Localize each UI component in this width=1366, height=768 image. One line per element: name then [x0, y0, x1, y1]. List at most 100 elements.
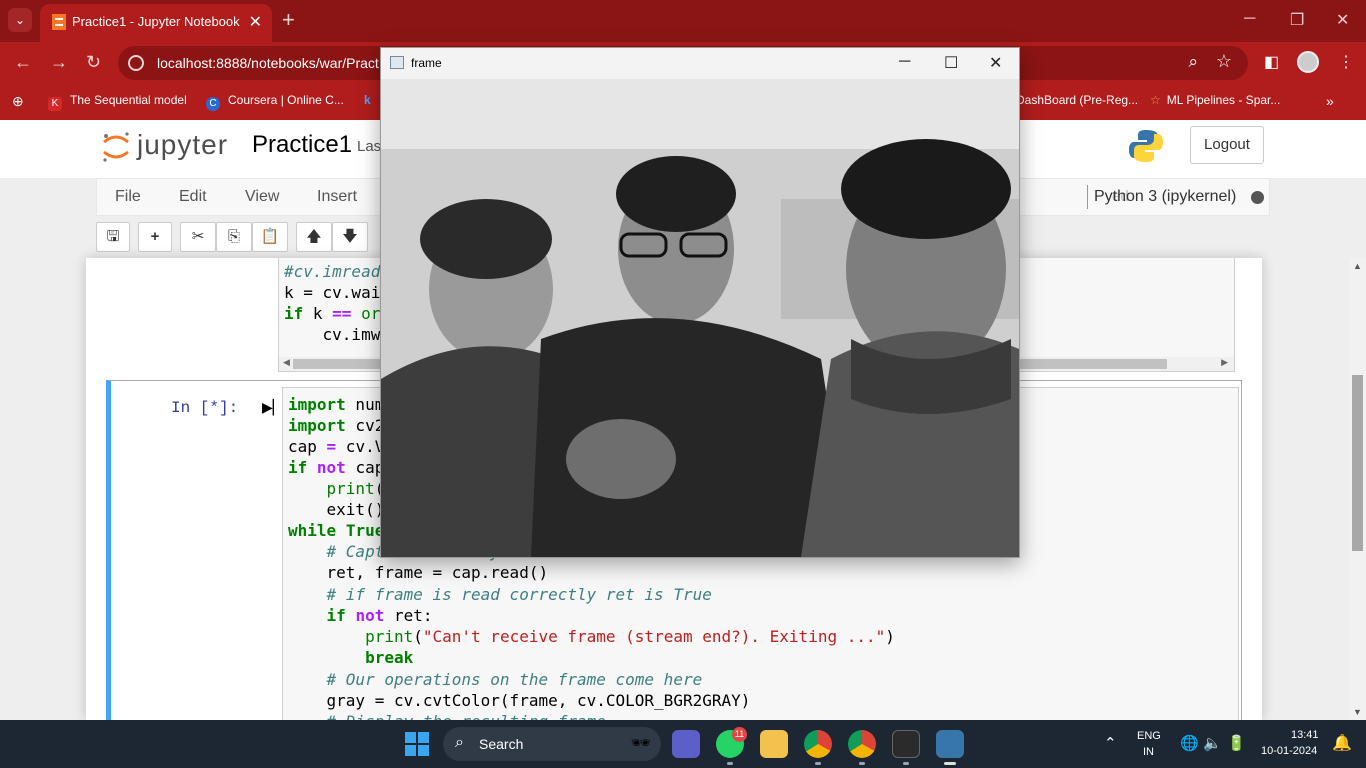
volume-icon[interactable]: 🔈: [1203, 734, 1222, 752]
code-line: if not ret:: [326, 606, 433, 625]
profile-avatar[interactable]: [1297, 51, 1319, 73]
cut-icon[interactable]: ✂: [180, 222, 216, 252]
search-placeholder: Search: [479, 736, 524, 752]
code-line: print(: [326, 479, 385, 498]
jupyter-favicon-icon: [52, 14, 66, 30]
code-line: exit(): [288, 500, 385, 519]
run-cell-icon[interactable]: ▶▏: [262, 399, 284, 416]
frame-window-titlebar[interactable]: frame ─ ☐ ✕: [381, 48, 1019, 79]
language-region[interactable]: IN: [1143, 746, 1154, 758]
frame-close-icon[interactable]: ✕: [989, 53, 1002, 73]
code-line: gray = cv.cvtColor(frame, cv.COLOR_BGR2G…: [288, 691, 751, 710]
bookmark-dashboard[interactable]: DashBoard (Pre-Reg...: [1016, 93, 1138, 107]
battery-icon[interactable]: 🔋: [1227, 734, 1246, 752]
move-down-icon[interactable]: 🡇: [332, 222, 368, 252]
restore-icon[interactable]: ❐: [1290, 10, 1304, 30]
bookmark-ml-pipelines[interactable]: ☆ ML Pipelines - Spar...: [1150, 93, 1280, 107]
teams-meet-icon[interactable]: [672, 730, 700, 758]
side-panel-icon[interactable]: ◧: [1264, 52, 1279, 72]
app-running-indicator: [815, 762, 821, 765]
code-line: break: [365, 648, 414, 667]
tab-close-icon[interactable]: ✕: [249, 12, 262, 32]
network-icon[interactable]: 🌐: [1180, 734, 1199, 752]
more-bookmarks-icon[interactable]: »: [1326, 93, 1334, 109]
bookmark-kaggle-icon[interactable]: k: [364, 93, 371, 107]
code-line: import num: [288, 395, 385, 414]
code-line: while True: [288, 521, 385, 540]
browser-menu-icon[interactable]: ⋮: [1338, 52, 1354, 72]
notebook-name[interactable]: Practice1: [252, 131, 352, 159]
bookmark-sequential-model[interactable]: K The Sequential model: [48, 93, 187, 111]
menu-file[interactable]: File: [115, 188, 141, 206]
apps-icon[interactable]: ⊕: [12, 93, 24, 110]
chrome-icon[interactable]: [804, 730, 832, 758]
scroll-left-icon[interactable]: ◀: [283, 357, 290, 368]
notification-bell-icon[interactable]: 🔔: [1332, 733, 1352, 753]
scrollbar-thumb[interactable]: [1352, 375, 1363, 551]
frame-maximize-icon[interactable]: ☐: [944, 53, 958, 73]
keras-icon: K: [48, 97, 62, 111]
menu-edit[interactable]: Edit: [179, 188, 207, 206]
show-hidden-icons-icon[interactable]: ⌃: [1104, 734, 1117, 752]
page-scrollbar[interactable]: ▲ ▼: [1349, 258, 1366, 720]
address-text[interactable]: localhost:8888/notebooks/war/Pract: [157, 55, 379, 71]
bookmark-coursera[interactable]: C Coursera | Online C...: [206, 93, 344, 111]
scroll-up-icon[interactable]: ▲: [1353, 261, 1362, 271]
webcam-image-icon: [381, 79, 1019, 557]
clock-time[interactable]: 13:41: [1291, 729, 1319, 741]
minimize-icon[interactable]: ─: [1244, 10, 1255, 28]
code-line: #cv.imread: [284, 262, 381, 281]
kernel-busy-icon: [1251, 191, 1264, 204]
app-running-indicator: [859, 762, 865, 765]
new-tab-icon[interactable]: +: [282, 8, 295, 32]
clock-date[interactable]: 10-01-2024: [1261, 745, 1317, 757]
zoom-icon[interactable]: ⌕: [1188, 52, 1198, 72]
jupyter-logo-text: jupyter: [137, 129, 229, 160]
kernel-name[interactable]: Python 3 (ipykernel): [1094, 188, 1236, 206]
search-highlight-icon: 🕶: [630, 735, 651, 752]
code-line: # Display the resulting frame: [288, 712, 606, 720]
back-icon[interactable]: ←: [14, 52, 32, 73]
add-cell-icon[interactable]: +: [138, 222, 172, 252]
move-up-icon[interactable]: 🡅: [296, 222, 332, 252]
kernel-divider: [1087, 185, 1088, 209]
chrome-profile-icon[interactable]: [848, 730, 876, 758]
code-line: cv.imw: [284, 325, 381, 344]
code-line: k = cv.wai: [284, 283, 381, 302]
paste-icon[interactable]: 📋: [252, 222, 288, 252]
terminal-icon[interactable]: [892, 730, 920, 758]
bookmark-label: The Sequential model: [70, 93, 187, 107]
bookmark-label: ML Pipelines - Spar...: [1166, 93, 1281, 107]
language-code[interactable]: ENG: [1137, 730, 1161, 742]
browser-tab-bar: ⌄ Practice1 - Jupyter Notebook ✕ + ─ ❐ ✕: [0, 0, 1366, 42]
opencv-frame-window[interactable]: frame ─ ☐ ✕: [380, 47, 1020, 558]
windows-start-icon[interactable]: [405, 732, 429, 756]
menu-view[interactable]: View: [245, 188, 279, 206]
copy-icon[interactable]: ⎘: [216, 222, 252, 252]
frame-window-title: frame: [411, 56, 442, 70]
close-window-icon[interactable]: ✕: [1336, 10, 1349, 30]
tab-title: Practice1 - Jupyter Notebook: [72, 14, 240, 29]
app-running-indicator: [727, 762, 733, 765]
forward-icon[interactable]: →: [50, 52, 68, 73]
code-line: print("Can't receive frame (stream end?)…: [365, 627, 895, 646]
reload-icon[interactable]: ↻: [86, 52, 101, 73]
frame-minimize-icon[interactable]: ─: [899, 53, 910, 71]
bookmark-label: DashBoard (Pre-Reg...: [1016, 93, 1139, 107]
tab-jupyter[interactable]: Practice1 - Jupyter Notebook ✕: [40, 4, 272, 42]
star-icon: ☆: [1150, 93, 1161, 107]
code-line: cap = cv.V: [288, 437, 385, 456]
file-explorer-icon[interactable]: [760, 730, 788, 758]
bookmark-star-icon[interactable]: ☆: [1216, 51, 1232, 72]
save-icon[interactable]: 🖫: [96, 222, 130, 252]
menu-insert[interactable]: Insert: [317, 188, 357, 206]
logout-button[interactable]: Logout: [1190, 126, 1264, 164]
scroll-down-icon[interactable]: ▼: [1353, 707, 1362, 717]
site-info-icon[interactable]: [128, 55, 144, 71]
taskbar-search[interactable]: ⌕ Search 🕶: [443, 727, 661, 761]
tab-search-icon[interactable]: ⌄: [8, 8, 32, 32]
window-app-icon: [390, 56, 404, 69]
jupyter-logo-icon[interactable]: [100, 130, 132, 164]
scroll-right-icon[interactable]: ▶: [1221, 357, 1228, 368]
python-app-icon[interactable]: [936, 730, 964, 758]
